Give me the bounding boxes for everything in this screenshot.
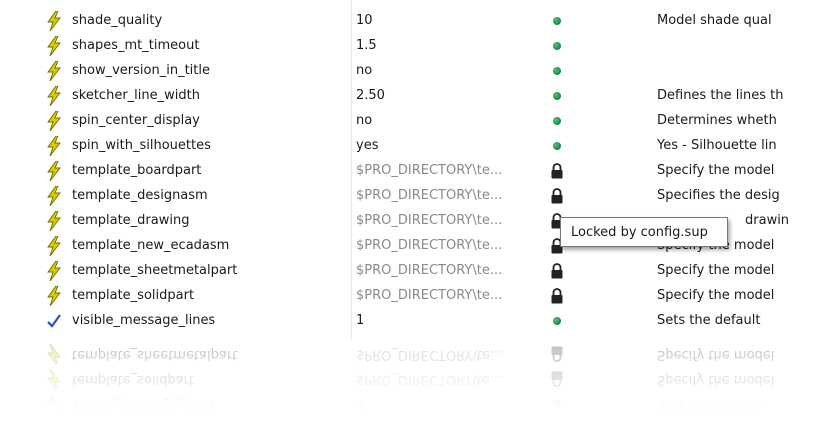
option-value: $PRO_DIRECTORY\te...: [356, 188, 503, 203]
option-description: Determines wheth: [657, 113, 777, 128]
default-status-icon: [545, 308, 569, 333]
lock-icon: [545, 283, 569, 308]
config-options-list: shade_quality 10 Model shade qual shapes_mt…: [0, 0, 813, 421]
cut-off-row: [0, 0, 813, 5]
option-name: template_boardpart: [72, 163, 202, 178]
reflection-fade: [0, 342, 813, 421]
lightning-icon: [44, 158, 64, 183]
option-value: $PRO_DIRECTORY\te...: [356, 163, 503, 178]
status-dot: [553, 116, 561, 125]
lightning-icon: [44, 8, 64, 33]
option-name: shade_quality: [72, 13, 163, 28]
default-status-icon: [545, 83, 569, 108]
lightning-icon: [44, 208, 64, 233]
lock-icon: [545, 258, 569, 283]
option-row[interactable]: spin_with_silhouettes yes Yes - Silhouette…: [0, 133, 813, 158]
lightning-icon: [44, 183, 64, 208]
option-row[interactable]: template_solidpart $PRO_DIRECTORY\te... Sp…: [0, 283, 813, 308]
lightning-icon: [44, 33, 64, 58]
option-name: show_version_in_title: [72, 63, 210, 78]
option-name: template_designasm: [72, 188, 208, 203]
option-value: 2.50: [356, 88, 385, 103]
lightning-icon: [44, 58, 64, 83]
status-dot: [553, 141, 561, 150]
status-dot: [553, 91, 561, 100]
option-name: template_sheetmetalpart: [72, 263, 238, 278]
option-name: shapes_mt_timeout: [72, 38, 200, 53]
option-row[interactable]: visible_message_lines 1 Sets the default: [0, 308, 813, 333]
option-description: Yes - Silhouette lin: [657, 138, 777, 153]
option-value: no: [356, 63, 373, 78]
lock-icon: [545, 183, 569, 208]
option-value: $PRO_DIRECTORY\te...: [356, 238, 503, 253]
option-row[interactable]: template_sheetmetalpart $PRO_DIRECTORY\te…: [0, 258, 813, 283]
lock-tooltip: Locked by config.sup: [560, 217, 728, 247]
default-status-icon: [545, 58, 569, 83]
checkmark-icon: [44, 308, 64, 333]
option-description: Specify the model: [657, 288, 775, 303]
status-dot: [553, 316, 561, 325]
option-description: Sets the default: [657, 313, 761, 328]
option-row[interactable]: template_boardpart $PRO_DIRECTORY\te... Sp…: [0, 158, 813, 183]
option-description: Model shade qual: [657, 13, 772, 28]
option-description: [657, 58, 813, 83]
lightning-icon: [44, 133, 64, 158]
status-dot: [553, 16, 561, 25]
option-value: 10: [356, 13, 373, 28]
status-dot: [553, 66, 561, 75]
option-name: spin_with_silhouettes: [72, 138, 211, 153]
option-row[interactable]: sketcher_line_width 2.50 Defines the lines…: [0, 83, 813, 108]
lightning-icon: [44, 108, 64, 133]
option-value: $PRO_DIRECTORY\te...: [356, 213, 503, 228]
default-status-icon: [545, 33, 569, 58]
option-row[interactable]: spin_center_display no Determines wheth: [0, 108, 813, 133]
option-description: Defines the lines th: [657, 88, 784, 103]
option-name: spin_center_display: [72, 113, 200, 128]
default-status-icon: [545, 8, 569, 33]
status-dot: [553, 41, 561, 50]
reflection: visible_message_lines1Sets the defaultte…: [0, 342, 813, 421]
option-name: template_solidpart: [72, 288, 195, 303]
lightning-icon: [44, 258, 64, 283]
option-row[interactable]: shapes_mt_timeout 1.5: [0, 33, 813, 58]
option-description: Specify the model: [657, 163, 775, 178]
default-status-icon: [545, 108, 569, 133]
option-name: template_drawing: [72, 213, 190, 228]
option-row[interactable]: shade_quality 10 Model shade qual: [0, 8, 813, 33]
option-row[interactable]: template_designasm $PRO_DIRECTORY\te... Sp…: [0, 183, 813, 208]
lock-icon: [545, 158, 569, 183]
option-value: $PRO_DIRECTORY\te...: [356, 288, 503, 303]
option-value: yes: [356, 138, 379, 153]
option-name: visible_message_lines: [72, 313, 216, 328]
lightning-icon: [44, 83, 64, 108]
option-name: sketcher_line_width: [72, 88, 200, 103]
lightning-icon: [44, 233, 64, 258]
option-value: no: [356, 113, 373, 128]
option-description: [657, 33, 813, 58]
option-description: Specifies the desig: [657, 188, 780, 203]
option-value: 1.5: [356, 38, 377, 53]
default-status-icon: [545, 133, 569, 158]
option-value: $PRO_DIRECTORY\te...: [356, 263, 503, 278]
option-value: 1: [356, 313, 365, 328]
option-row[interactable]: show_version_in_title no: [0, 58, 813, 83]
lightning-icon: [44, 283, 64, 308]
option-description: Specify the model: [657, 263, 775, 278]
option-name: template_new_ecadasm: [72, 238, 230, 253]
